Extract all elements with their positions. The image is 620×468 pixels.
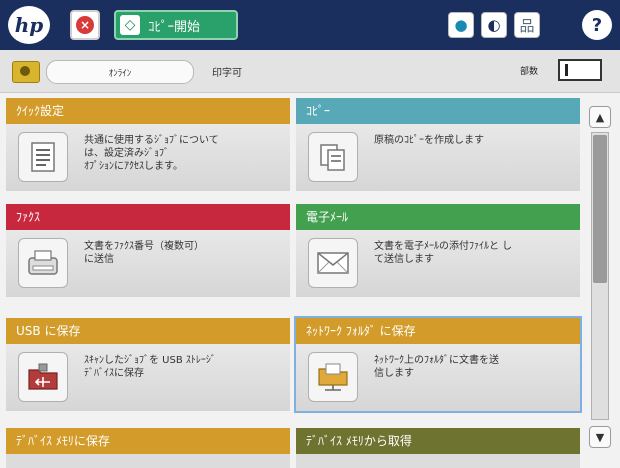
tile-description: ｽｷｬﾝしたｼﾞｮﾌﾞを USB ｽﾄﾚｰｼﾞ ﾃﾞﾊﾞｲｽに保存: [84, 355, 216, 379]
scroll-up-button[interactable]: ▲: [589, 106, 611, 128]
copies-cursor: [565, 64, 568, 76]
network-icon[interactable]: 品: [514, 12, 540, 38]
hp-logo[interactable]: hp: [8, 6, 50, 44]
copies-label: 部数: [520, 67, 539, 77]
tile-save-device-memory[interactable]: ﾃﾞﾊﾞｲｽ ﾒﾓﾘに保存: [6, 428, 290, 468]
tile-title: 電子ﾒｰﾙ: [296, 204, 580, 230]
sleep-icon[interactable]: ◐: [481, 12, 507, 38]
envelope-icon: [308, 238, 358, 288]
scroll-down-button[interactable]: ▼: [589, 426, 611, 448]
stop-button[interactable]: ×: [70, 10, 100, 40]
tile-title: ｸｲｯｸ設定: [6, 98, 290, 124]
document-list-icon: [18, 132, 68, 182]
home-button[interactable]: [12, 61, 40, 83]
status-pill[interactable]: ｵﾝﾗｲﾝ: [46, 60, 194, 84]
tile-quick-sets[interactable]: ｸｲｯｸ設定 共通に使用するｼﾞｮﾌﾞについて は、設定済みｼﾞｮﾌﾞ ｵﾌﾟｼ…: [6, 98, 290, 191]
fax-icon: [18, 238, 68, 288]
network-folder-icon: [308, 352, 358, 402]
copy-pages-icon: [308, 132, 358, 182]
chevron-up-icon: ▲: [595, 110, 605, 124]
help-icon[interactable]: ?: [582, 10, 612, 40]
tile-description: 文書をﾌｧｸｽ番号（複数可） に送信: [84, 241, 204, 265]
copies-input[interactable]: [558, 59, 602, 81]
usb-folder-icon: [18, 352, 68, 402]
start-copy-label: ｺﾋﾟｰ開始: [148, 19, 201, 35]
tile-description: 共通に使用するｼﾞｮﾌﾞについて は、設定済みｼﾞｮﾌﾞ ｵﾌﾟｼｮﾝにｱｸｾｽ…: [84, 135, 219, 172]
tile-fax[interactable]: ﾌｧｸｽ 文書をﾌｧｸｽ番号（複数可） に送信: [6, 204, 290, 297]
tile-description: ﾈｯﾄﾜｰｸ上のﾌｫﾙﾀﾞに文書を送 信します: [374, 355, 499, 379]
home-icon: [20, 66, 30, 76]
tile-email[interactable]: 電子ﾒｰﾙ 文書を電子ﾒｰﾙの添付ﾌｧｲﾙと し て送信します: [296, 204, 580, 297]
control-panel-screen: hp × ◇ ｺﾋﾟｰ開始 ● ◐ 品 ? ｵﾝﾗｲﾝ 印字可 部数 ｸｲｯｸ設…: [0, 0, 620, 468]
tile-title: ﾈｯﾄﾜｰｸ ﾌｫﾙﾀﾞ に保存: [296, 318, 580, 344]
tile-title: ﾃﾞﾊﾞｲｽ ﾒﾓﾘから取得: [296, 428, 580, 454]
tile-title: ｺﾋﾟｰ: [296, 98, 580, 124]
chevron-down-icon: ▼: [595, 430, 605, 444]
scrollbar-track[interactable]: [591, 132, 609, 420]
status-bar: ｵﾝﾗｲﾝ 印字可 部数: [0, 50, 620, 93]
tile-retrieve-device-memory[interactable]: ﾃﾞﾊﾞｲｽ ﾒﾓﾘから取得: [296, 428, 580, 468]
tile-title: ﾌｧｸｽ: [6, 204, 290, 230]
scrollbar-thumb[interactable]: [593, 135, 607, 283]
tile-save-usb[interactable]: USB に保存 ｽｷｬﾝしたｼﾞｮﾌﾞを USB ｽﾄﾚｰｼﾞ ﾃﾞﾊﾞｲｽに保…: [6, 318, 290, 411]
globe-icon[interactable]: ●: [448, 12, 474, 38]
tile-title: USB に保存: [6, 318, 290, 344]
tile-save-network-folder[interactable]: ﾈｯﾄﾜｰｸ ﾌｫﾙﾀﾞ に保存 ﾈｯﾄﾜｰｸ上のﾌｫﾙﾀﾞに文書を送 信します: [294, 316, 582, 413]
tile-copy[interactable]: ｺﾋﾟｰ 原稿のｺﾋﾟｰを作成します: [296, 98, 580, 191]
start-copy-button[interactable]: ◇ ｺﾋﾟｰ開始: [114, 10, 238, 40]
top-bar: hp × ◇ ｺﾋﾟｰ開始 ● ◐ 品 ?: [0, 0, 620, 50]
tile-title: ﾃﾞﾊﾞｲｽ ﾒﾓﾘに保存: [6, 428, 290, 454]
tile-description: 原稿のｺﾋﾟｰを作成します: [374, 135, 484, 146]
start-icon: ◇: [120, 15, 140, 35]
tile-description: 文書を電子ﾒｰﾙの添付ﾌｧｲﾙと し て送信します: [374, 241, 513, 265]
stop-icon: ×: [76, 16, 94, 34]
status-text: 印字可: [212, 68, 242, 79]
